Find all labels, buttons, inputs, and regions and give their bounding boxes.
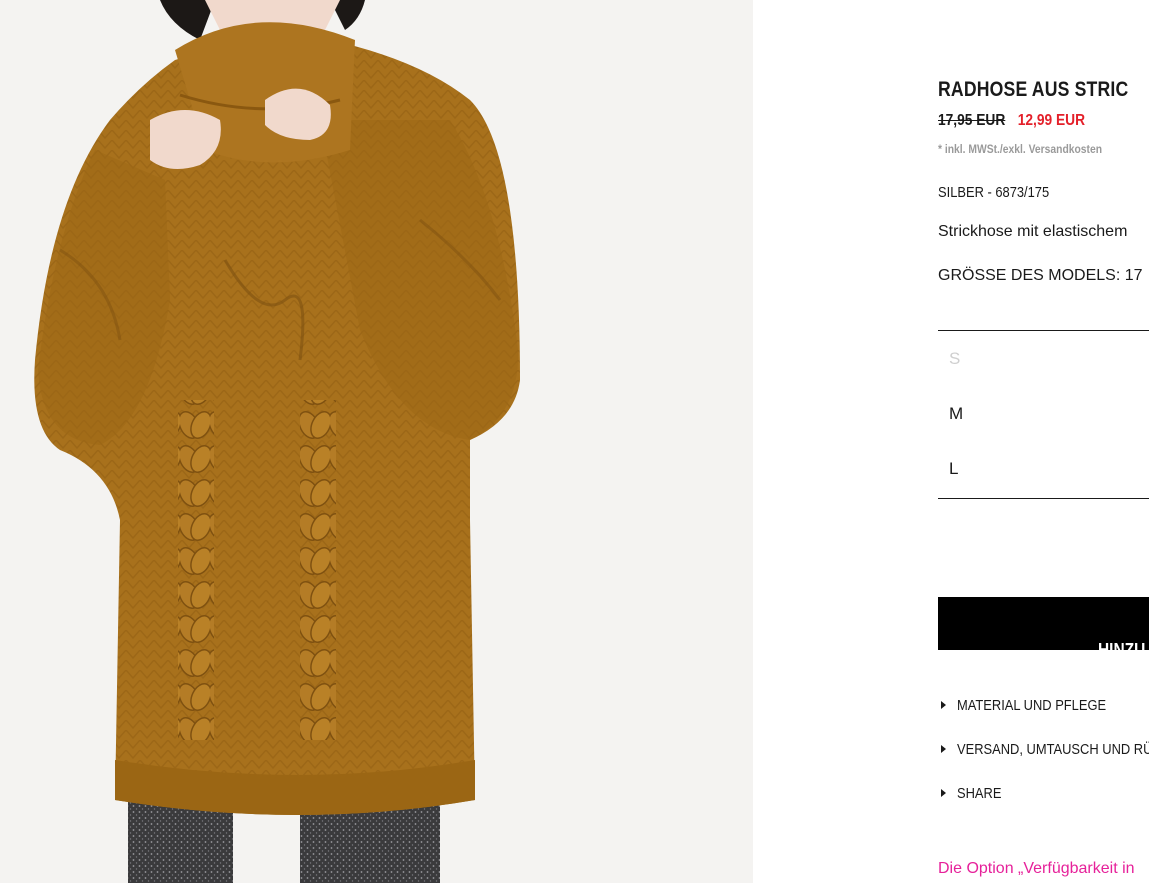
product-image[interactable] bbox=[0, 0, 753, 883]
tax-note: * inkl. MWSt./exkl. Versandkosten bbox=[938, 142, 1103, 156]
product-title: RADHOSE AUS STRIC bbox=[938, 78, 1129, 101]
accordion-label: VERSAND, UMTAUSCH UND RÜ bbox=[957, 741, 1149, 758]
accordion-shipping-returns[interactable]: VERSAND, UMTAUSCH UND RÜ bbox=[938, 741, 1149, 758]
model-size-note: GRÖSSE DES MODELS: 17 bbox=[938, 267, 1143, 284]
sweater-photo bbox=[0, 0, 753, 883]
color-reference: SILBER - 6873/175 bbox=[938, 184, 1050, 201]
price-block: 17,95 EUR 12,99 EUR bbox=[938, 112, 1085, 130]
store-availability-link[interactable]: Die Option „Verfügbarkeit in bbox=[938, 860, 1135, 878]
add-to-cart-button[interactable]: HINZU bbox=[938, 597, 1149, 660]
accordion-material-care[interactable]: MATERIAL UND PFLEGE bbox=[938, 697, 1130, 714]
size-selector: S M L bbox=[938, 330, 1149, 499]
product-info-panel: RADHOSE AUS STRIC 17,95 EUR 12,99 EUR * … bbox=[938, 0, 1149, 883]
accordion-label: SHARE bbox=[957, 785, 1002, 802]
old-price: 17,95 EUR bbox=[938, 112, 1006, 129]
caret-right-icon bbox=[941, 789, 946, 797]
size-option-m[interactable]: M bbox=[949, 404, 963, 424]
caret-right-icon bbox=[941, 745, 946, 753]
add-to-cart-label: HINZU bbox=[1098, 639, 1146, 660]
size-option-l[interactable]: L bbox=[949, 459, 958, 479]
size-option-s: S bbox=[949, 349, 961, 368]
product-description: Strickhose mit elastischem bbox=[938, 223, 1128, 240]
accordion-label: MATERIAL UND PFLEGE bbox=[957, 697, 1107, 714]
sale-price: 12,99 EUR bbox=[1017, 112, 1086, 129]
caret-right-icon bbox=[941, 701, 946, 709]
accordion-share[interactable]: SHARE bbox=[938, 785, 1009, 802]
